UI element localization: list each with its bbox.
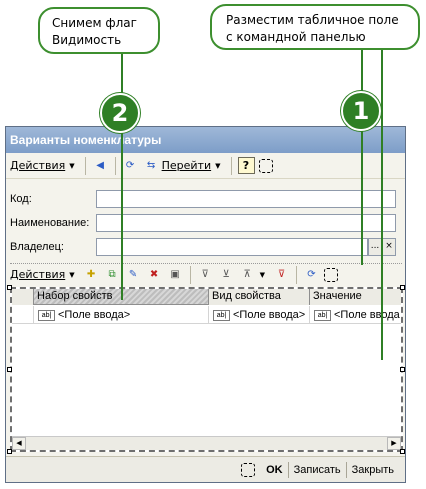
column-header-property-kind[interactable]: Вид свойства xyxy=(209,289,310,305)
horizontal-scrollbar[interactable]: ◀ ▶ xyxy=(12,436,401,450)
code-label: Код: xyxy=(10,193,32,205)
window-title: Варианты номенклатуры xyxy=(6,127,405,153)
placeholder-button-icon[interactable] xyxy=(324,267,338,282)
cell-text: <Поле ввода> xyxy=(233,308,306,321)
form-footer: OK Записать Закрыть xyxy=(6,456,405,482)
callout-place-table: Разместим табличное поле с командной пан… xyxy=(210,4,420,50)
input-field-icon: ab| xyxy=(38,309,55,321)
toolbar-separator xyxy=(114,156,116,175)
name-row: Наименование: xyxy=(10,213,396,233)
name-field[interactable] xyxy=(96,214,396,232)
column-header-value[interactable]: Значение xyxy=(310,289,401,305)
ok-button[interactable]: OK xyxy=(261,460,288,480)
table-row[interactable]: ab| <Поле ввода> ab| <Поле ввода> ab| <П… xyxy=(12,306,401,324)
select-button[interactable]: ... xyxy=(368,238,382,256)
chevron-down-icon[interactable]: ▼ xyxy=(69,271,74,279)
resize-handle[interactable] xyxy=(400,449,405,454)
refresh-icon[interactable]: ⟳ xyxy=(122,157,139,174)
save-button[interactable]: Записать xyxy=(289,460,346,480)
callout-left-line1: Снимем флаг xyxy=(52,16,137,30)
help-icon[interactable]: ? xyxy=(237,157,255,174)
table-cell[interactable]: ab| <Поле ввода xyxy=(310,306,401,324)
chevron-down-icon[interactable]: ▼ xyxy=(215,162,220,170)
refresh-icon[interactable]: ⟳ xyxy=(303,266,320,283)
toolbar-separator xyxy=(189,265,191,284)
resize-handle[interactable] xyxy=(7,285,12,290)
owner-field[interactable] xyxy=(96,238,368,256)
actions-menu[interactable]: Действия xyxy=(10,159,65,172)
callout-hide-visibility: Снимем флаг Видимость xyxy=(38,7,160,54)
end-edit-icon[interactable]: ▣ xyxy=(167,266,184,283)
owner-row: Владелец: ... × xyxy=(10,237,396,257)
table-command-panel: Действия ▼ ✚ ⧉ ✎ ✖ ▣ ⊽ ⊻ ⊼ ▼ ⊽ ⟳ xyxy=(10,263,402,285)
close-button[interactable]: Закрыть xyxy=(347,460,399,480)
step-2-badge: 2 xyxy=(100,93,140,133)
row-marker-cell xyxy=(12,306,34,324)
goto-menu[interactable]: Перейти xyxy=(162,159,212,172)
delete-row-icon[interactable]: ✖ xyxy=(146,266,163,283)
add-row-icon[interactable]: ✚ xyxy=(83,266,100,283)
toolbar-separator xyxy=(230,156,232,175)
resize-handle[interactable] xyxy=(400,367,405,372)
placeholder-button-icon[interactable] xyxy=(241,462,256,477)
cell-text: <Поле ввода> xyxy=(58,308,131,321)
input-field-icon: ab| xyxy=(314,309,331,321)
filter-history-icon[interactable]: ⊼ xyxy=(239,266,256,283)
header-marker-cell xyxy=(12,289,34,305)
toolbar-separator xyxy=(84,156,86,175)
owner-label: Владелец: xyxy=(10,241,64,253)
pointer-line-2 xyxy=(121,54,123,300)
input-field-icon: ab| xyxy=(213,309,230,321)
scroll-left-icon[interactable]: ◀ xyxy=(12,437,26,450)
toolbar-separator xyxy=(296,265,297,284)
structure-icon[interactable]: ⇆ xyxy=(143,157,160,174)
pointer-line-1b xyxy=(381,50,383,360)
callout-right-line2: с командной панелью xyxy=(226,30,366,44)
callout-left-line2: Видимость xyxy=(52,33,122,47)
filter-icon[interactable]: ⊽ xyxy=(197,266,214,283)
table-actions-menu[interactable]: Действия xyxy=(10,268,65,281)
table-header: Набор свойств Вид свойства Значение xyxy=(12,289,401,305)
pointer-line-1a xyxy=(361,50,363,265)
form-window: Варианты номенклатуры Действия ▼ ◀ ⟳ ⇆ П… xyxy=(5,126,406,483)
filter-by-value-icon[interactable]: ⊻ xyxy=(218,266,235,283)
name-label: Наименование: xyxy=(10,217,90,229)
chevron-down-icon[interactable]: ▼ xyxy=(69,162,74,170)
table-field[interactable]: Набор свойств Вид свойства Значение ab| … xyxy=(10,287,403,452)
table-cell[interactable]: ab| <Поле ввода> xyxy=(34,306,209,324)
code-row: Код: xyxy=(10,189,396,209)
scroll-right-icon[interactable]: ▶ xyxy=(387,437,401,450)
form-toolbar: Действия ▼ ◀ ⟳ ⇆ Перейти ▼ ? xyxy=(6,153,405,179)
copy-row-icon[interactable]: ⧉ xyxy=(104,266,121,283)
code-field[interactable] xyxy=(96,190,396,208)
cell-text: <Поле ввода xyxy=(334,308,400,321)
table-cell[interactable]: ab| <Поле ввода> xyxy=(209,306,310,324)
chevron-down-icon[interactable]: ▼ xyxy=(260,271,265,279)
resize-handle[interactable] xyxy=(7,449,12,454)
clear-button[interactable]: × xyxy=(382,238,396,256)
edit-row-icon[interactable]: ✎ xyxy=(125,266,142,283)
placeholder-button-icon[interactable] xyxy=(258,158,273,173)
callout-right-line1: Разместим табличное поле xyxy=(226,13,399,27)
step-1-badge: 1 xyxy=(341,91,381,131)
back-arrow-icon[interactable]: ◀ xyxy=(92,157,109,174)
clear-filter-icon[interactable]: ⊽ xyxy=(273,266,290,283)
resize-handle[interactable] xyxy=(7,367,12,372)
resize-handle[interactable] xyxy=(400,285,405,290)
